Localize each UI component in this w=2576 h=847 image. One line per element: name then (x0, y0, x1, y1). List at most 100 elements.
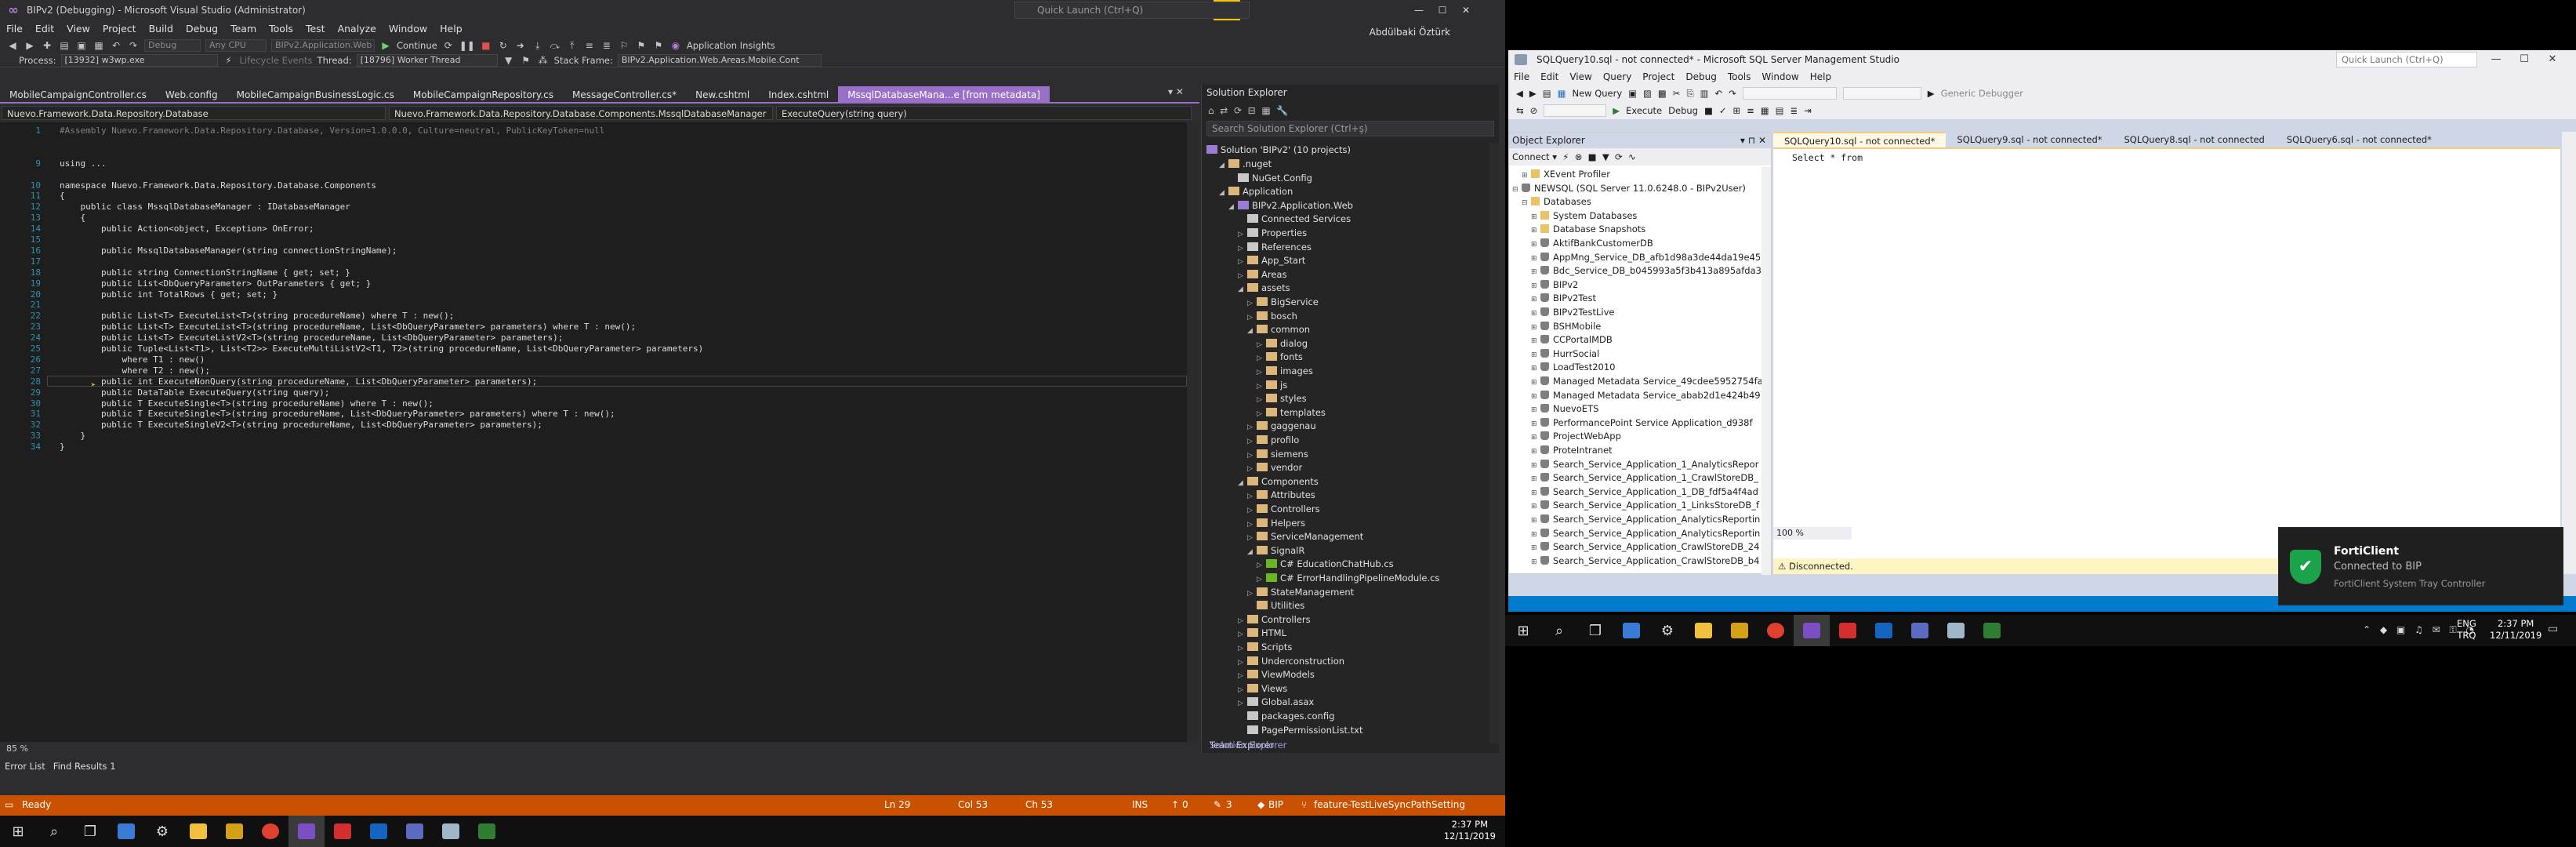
open-icon[interactable]: ▤ (58, 39, 71, 52)
solution-tree-item[interactable]: ▷ Controllers (1238, 613, 1311, 627)
object-explorer-item[interactable]: ⊞ BIPv2Test (1531, 291, 1596, 305)
expander-icon[interactable]: ◢ (1247, 545, 1257, 559)
save-icon[interactable]: ▣ (75, 39, 88, 52)
menu-window[interactable]: Window (383, 20, 434, 38)
forticlient-taskbar-icon[interactable] (325, 816, 361, 847)
close-button[interactable]: ✕ (1455, 2, 1477, 19)
solution-tree-item[interactable]: ◢ Components (1238, 474, 1319, 489)
ssms-search-combo[interactable] (1742, 87, 1837, 100)
minimize-button[interactable]: — (1408, 2, 1430, 19)
filter-icon[interactable]: ▼ (503, 54, 515, 67)
continue-button[interactable]: Continue (397, 40, 437, 51)
excel-icon[interactable] (469, 816, 505, 847)
input-language[interactable]: ENG TRQ (2457, 618, 2476, 642)
object-explorer-item[interactable]: ⊞ Search_Service_Application_CrawlStoreDB… (1531, 554, 1759, 568)
ssms-menu-edit[interactable]: Edit (1535, 71, 1564, 82)
expander-icon[interactable]: ◢ (1219, 186, 1228, 200)
collapse-all-icon[interactable]: ⊟ (1248, 105, 1256, 116)
type-nav-combo[interactable]: Nuevo.Framework.Data.Repository.Database… (389, 106, 773, 120)
ssms-properties-side-panel[interactable] (2562, 132, 2576, 574)
save-icon[interactable]: ▩ (1658, 88, 1667, 99)
object-explorer-item[interactable]: ⊞ Search_Service_Application_AnalyticsRep… (1531, 512, 1760, 526)
db-query-icon[interactable]: ▣ (1628, 88, 1637, 99)
solution-tree-item[interactable]: ▷ ViewModels (1238, 667, 1315, 682)
left-clock[interactable]: 2:37 PM 12/11/2019 (1444, 819, 1496, 842)
ssms-maximize-button[interactable]: ☐ (2513, 52, 2535, 67)
tab-overflow-icon[interactable]: ▾ ✕ (1168, 86, 1184, 97)
object-explorer-item[interactable]: ⊞ PerformancePoint Service Application_d9… (1531, 416, 1753, 430)
object-explorer-item[interactable]: ⊞ AktifBankCustomerDB (1531, 236, 1653, 250)
refresh-icon[interactable]: ⟳ (442, 39, 455, 52)
expander-icon[interactable]: ◢ (1219, 158, 1228, 173)
app-insights-icon[interactable]: ◉ (669, 39, 682, 52)
editor-vertical-scrollbar[interactable] (1187, 122, 1199, 742)
solution-tree-item[interactable]: ▷ Controllers (1247, 502, 1320, 516)
sql-query-text[interactable]: Select * from (1792, 152, 1863, 163)
expander-icon[interactable]: ⊟ (1512, 183, 1522, 197)
ssms-menu-project[interactable]: Project (1637, 71, 1680, 82)
outlook-icon[interactable] (361, 816, 397, 847)
action-center-icon[interactable]: ▭ (2548, 623, 2558, 635)
solution-tree-item[interactable]: Utilities (1247, 598, 1304, 613)
solution-tree-item[interactable]: ▷ HTML (1238, 626, 1286, 640)
ssms-menu-window[interactable]: Window (1756, 71, 1804, 82)
object-explorer-item[interactable]: ⊞ Search_Service_Application_1_LinksStore… (1531, 498, 1759, 512)
back-icon[interactable]: ◀ (1516, 88, 1523, 99)
expander-icon[interactable]: ◢ (1238, 282, 1247, 296)
sql-query-editor[interactable]: Select * from (1773, 147, 2560, 563)
available-databases-combo[interactable] (1544, 104, 1607, 117)
object-explorer-item[interactable]: ⊞ BIPv2 (1531, 278, 1578, 292)
explorer-icon[interactable] (180, 816, 216, 847)
expander-icon[interactable]: ⊟ (1522, 196, 1531, 210)
teams-icon[interactable] (1902, 615, 1938, 646)
solution-tree-item[interactable]: ▷ C# EducationChatHub.cs (1257, 557, 1394, 571)
results-to-file-icon[interactable]: ▤ (1776, 105, 1784, 116)
step-into-icon[interactable]: ⤓ (532, 39, 544, 52)
vs-quick-launch-input[interactable]: Quick Launch (Ctrl+Q) (1014, 2, 1250, 19)
step-out-icon[interactable]: ⤒ (566, 39, 579, 52)
connect-button[interactable]: Connect (1512, 151, 1550, 162)
menu-tools[interactable]: Tools (263, 20, 299, 38)
connect-icon[interactable]: ⚡ (1562, 151, 1569, 162)
bookmark-prev-icon[interactable]: ⚑ (635, 39, 648, 52)
object-explorer-item[interactable]: ⊞ Search_Service_Application_AnalyticsRep… (1531, 526, 1760, 540)
show-next-statement-icon[interactable]: ➜ (514, 39, 527, 52)
forticlient-taskbar-icon[interactable] (1830, 615, 1866, 646)
windows-start-icon[interactable]: ⊞ (1505, 615, 1541, 646)
ssms-menu-view[interactable]: View (1564, 71, 1597, 82)
doc-tab[interactable]: MobileCampaignBusinessLogic.cs (227, 86, 404, 104)
ssms-menu-query[interactable]: Query (1598, 71, 1637, 82)
solution-tree-item[interactable]: ▷ Attributes (1247, 488, 1315, 502)
solution-tree-item[interactable]: ▷ styles (1257, 391, 1307, 405)
object-explorer-item[interactable]: ⊞ Managed Metadata Service_abab2d1e424b49 (1531, 388, 1761, 402)
redo-icon[interactable]: ↷ (1729, 88, 1736, 99)
solution-tree-item[interactable]: ◢ Application (1219, 184, 1293, 198)
sql-editor-zoom[interactable]: 100 % (1773, 527, 1852, 540)
copy-icon[interactable]: ⎘ (1686, 88, 1693, 100)
visual-studio-taskbar-icon[interactable] (1794, 615, 1830, 646)
save-all-icon[interactable]: ▦ (93, 39, 105, 52)
forward-icon[interactable]: ▶ (1529, 88, 1537, 99)
ssms-menu-tools[interactable]: Tools (1722, 71, 1757, 82)
undo-icon[interactable]: ↶ (110, 39, 122, 52)
stop-icon[interactable]: ■ (480, 39, 492, 52)
code-editor[interactable]: ➤ 1 #Assembly Nuevo.Framework.Data.Reposi… (0, 122, 1187, 742)
solution-tree-item[interactable]: ▷ References (1238, 240, 1312, 254)
object-explorer-item[interactable]: ⊞ Search_Service_Application_CrawlStoreDB… (1531, 540, 1759, 554)
menu-edit[interactable]: Edit (29, 20, 60, 38)
ssms-doc-tab[interactable]: SQLQuery10.sql - not connected* (1773, 132, 1947, 147)
forticlient-toast[interactable]: ✔ FortiClient Connected to BIP FortiClie… (2278, 527, 2563, 605)
status-branch[interactable]: feature-TestLiveSyncPathSetting (1314, 799, 1465, 810)
status-changes[interactable]: 3 (1226, 799, 1232, 810)
task-view-icon[interactable]: ❐ (72, 816, 108, 847)
solution-explorer-scrollbar[interactable] (1489, 143, 1499, 743)
undo-icon[interactable]: ↶ (1715, 88, 1723, 99)
process-combo[interactable]: [13932] w3wp.exe (60, 54, 218, 67)
oe-pin-close-icon[interactable]: ▾ ⊓ ✕ (1740, 133, 1771, 148)
bottom-tab[interactable]: Error List (5, 761, 45, 772)
menu-help[interactable]: Help (434, 20, 469, 38)
indent-icon[interactable]: ⇥ (1804, 105, 1812, 116)
sync-icon[interactable]: ⇄ (1220, 105, 1228, 116)
maximize-button[interactable]: ☐ (1431, 2, 1453, 19)
object-explorer-item[interactable]: ⊞ AppMng_Service_DB_afb1d98a3de44da19e45 (1531, 250, 1761, 264)
